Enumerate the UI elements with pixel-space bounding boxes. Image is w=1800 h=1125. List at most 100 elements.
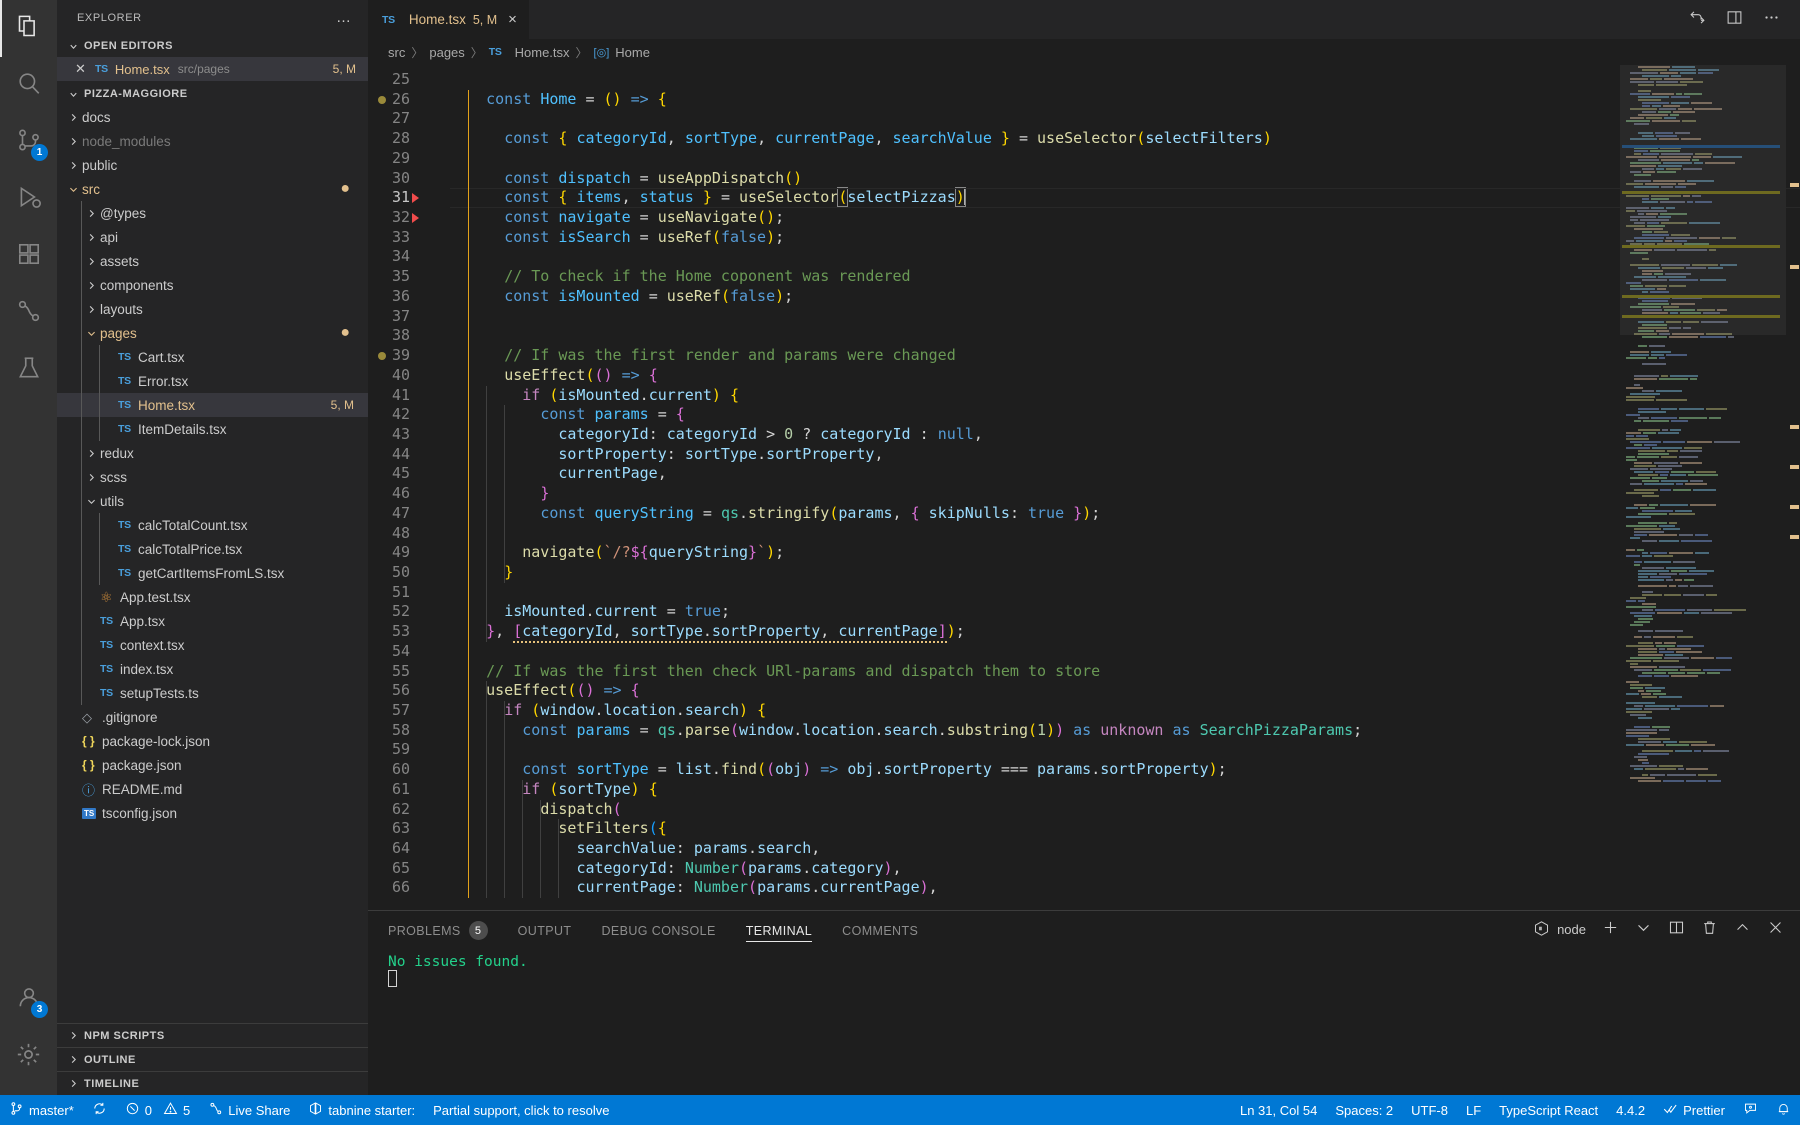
- code-line[interactable]: const params = {: [450, 405, 1800, 425]
- tree-folder-utils[interactable]: utils: [57, 489, 368, 513]
- status-sync[interactable]: [83, 1095, 116, 1125]
- code-line[interactable]: }: [450, 484, 1800, 504]
- panel-tab-output[interactable]: OUTPUT: [518, 911, 572, 948]
- section-npm-scripts[interactable]: NPM SCRIPTS: [57, 1023, 368, 1047]
- panel-tab-debug-console[interactable]: DEBUG CONSOLE: [601, 911, 715, 948]
- code-line[interactable]: [450, 642, 1800, 662]
- activity-item-extensions[interactable]: [0, 228, 57, 285]
- tree-file-Errortsx[interactable]: TS Error.tsx: [57, 369, 368, 393]
- code-line[interactable]: categoryId: Number(params.category),: [450, 859, 1800, 879]
- tree-file-packagelockjson[interactable]: { } package-lock.json: [57, 729, 368, 753]
- breadcrumb-item-symbol[interactable]: Home: [615, 45, 650, 60]
- tab-close-icon[interactable]: ×: [508, 11, 517, 28]
- activity-item-run-debug[interactable]: [0, 171, 57, 228]
- code-editor[interactable]: 25 26 27 28 29 30 31 32 33 34 35 36 37 38 39 40 41 42 43 44…: [368, 65, 1800, 910]
- code-line[interactable]: [450, 326, 1800, 346]
- tree-file-Apptsx[interactable]: TS App.tsx: [57, 609, 368, 633]
- code-line[interactable]: const isMounted = useRef(false);: [450, 287, 1800, 307]
- status-tabnine[interactable]: tabnine starter:: [299, 1095, 424, 1125]
- code-line[interactable]: if (window.location.search) {: [450, 701, 1800, 721]
- status-typescript-version[interactable]: 4.4.2: [1607, 1095, 1654, 1125]
- tree-file-getCartItemsFromLStsx[interactable]: TS getCartItemsFromLS.tsx: [57, 561, 368, 585]
- tree-folder-nodemodules[interactable]: node_modules: [57, 129, 368, 153]
- code-line[interactable]: categoryId: categoryId > 0 ? categoryId …: [450, 425, 1800, 445]
- code-line[interactable]: currentPage,: [450, 464, 1800, 484]
- tree-folder-docs[interactable]: docs: [57, 105, 368, 129]
- terminal-output[interactable]: No issues found.: [368, 948, 1800, 1095]
- tree-folder-pages[interactable]: pages ●: [57, 321, 368, 345]
- status-cursor-position[interactable]: Ln 31, Col 54: [1231, 1095, 1326, 1125]
- status-feedback[interactable]: [1734, 1095, 1767, 1125]
- section-open-editors[interactable]: OPEN EDITORS: [57, 35, 368, 57]
- tree-folder-redux[interactable]: redux: [57, 441, 368, 465]
- code-line[interactable]: useEffect(() => {: [450, 681, 1800, 701]
- code-line[interactable]: const dispatch = useAppDispatch(): [450, 169, 1800, 189]
- code-content[interactable]: const Home = () => { const { categoryId,…: [450, 65, 1800, 910]
- chevron-down-icon[interactable]: [1635, 919, 1652, 941]
- breadcrumb-item-pages[interactable]: pages: [429, 45, 464, 60]
- tree-folder-scss[interactable]: scss: [57, 465, 368, 489]
- tree-file-setupTeststs[interactable]: TS setupTests.ts: [57, 681, 368, 705]
- code-line[interactable]: if (isMounted.current) {: [450, 386, 1800, 406]
- activity-item-testing[interactable]: [0, 342, 57, 399]
- status-prettier[interactable]: Prettier: [1654, 1095, 1734, 1125]
- code-line[interactable]: [450, 70, 1800, 90]
- split-editor-icon[interactable]: [1689, 9, 1706, 31]
- code-line[interactable]: const { categoryId, sortType, currentPag…: [450, 129, 1800, 149]
- panel-tab-comments[interactable]: COMMENTS: [842, 911, 918, 948]
- status-branch[interactable]: master*: [0, 1095, 83, 1125]
- code-line[interactable]: [450, 524, 1800, 544]
- code-line[interactable]: const isSearch = useRef(false);: [450, 228, 1800, 248]
- code-line[interactable]: [450, 307, 1800, 327]
- layout-icon[interactable]: [1726, 9, 1743, 31]
- code-line[interactable]: [450, 109, 1800, 129]
- code-line[interactable]: [450, 149, 1800, 169]
- status-eol[interactable]: LF: [1457, 1095, 1490, 1125]
- code-line[interactable]: useEffect(() => {: [450, 366, 1800, 386]
- activity-item-explorer[interactable]: [0, 0, 57, 57]
- code-line[interactable]: const queryString = qs.stringify(params,…: [450, 504, 1800, 524]
- code-line[interactable]: [450, 583, 1800, 603]
- activity-item-manage[interactable]: [0, 1028, 57, 1085]
- more-actions-icon[interactable]: [1763, 9, 1780, 31]
- tree-file-indextsx[interactable]: TS index.tsx: [57, 657, 368, 681]
- trash-icon[interactable]: [1701, 919, 1718, 941]
- code-line[interactable]: const Home = () => {: [450, 90, 1800, 110]
- code-line[interactable]: // If was the first then check URl-param…: [450, 662, 1800, 682]
- code-line[interactable]: setFilters({: [450, 819, 1800, 839]
- status-tabnine-message[interactable]: Partial support, click to resolve: [424, 1095, 618, 1125]
- code-line[interactable]: dispatch(: [450, 800, 1800, 820]
- tree-folder-components[interactable]: components: [57, 273, 368, 297]
- tree-folder-public[interactable]: public: [57, 153, 368, 177]
- code-line[interactable]: navigate(`/?${queryString}`);: [450, 543, 1800, 563]
- new-terminal-icon[interactable]: [1602, 919, 1619, 941]
- panel-tab-problems[interactable]: PROBLEMS 5: [388, 911, 488, 948]
- section-timeline[interactable]: TIMELINE: [57, 1071, 368, 1095]
- sidebar-more-actions-icon[interactable]: …: [336, 9, 352, 26]
- code-line[interactable]: [450, 247, 1800, 267]
- tree-file-ItemDetailstsx[interactable]: TS ItemDetails.tsx: [57, 417, 368, 441]
- breakpoint-arrow-icon[interactable]: [412, 193, 419, 204]
- tree-file-READMEmd[interactable]: ⓘ README.md: [57, 777, 368, 801]
- tree-folder-src[interactable]: src ●: [57, 177, 368, 201]
- close-icon[interactable]: [1767, 919, 1784, 941]
- open-editor-row[interactable]: ✕ TS Home.tsx src/pages 5, M: [57, 57, 368, 81]
- tree-folder-types[interactable]: @types: [57, 201, 368, 225]
- code-line[interactable]: // To check if the Home coponent was ren…: [450, 267, 1800, 287]
- tree-file-Carttsx[interactable]: TS Cart.tsx: [57, 345, 368, 369]
- activity-item-accounts[interactable]: 3: [0, 971, 57, 1028]
- tree-file-Apptesttsx[interactable]: ⚛ App.test.tsx: [57, 585, 368, 609]
- code-line[interactable]: // If was the first render and params we…: [450, 346, 1800, 366]
- tree-file-Hometsx[interactable]: TS Home.tsx 5, M: [57, 393, 368, 417]
- code-line[interactable]: isMounted.current = true;: [450, 602, 1800, 622]
- code-line[interactable]: }: [450, 563, 1800, 583]
- breadcrumb-item-file[interactable]: Home.tsx: [515, 45, 570, 60]
- status-language-mode[interactable]: TypeScript React: [1490, 1095, 1607, 1125]
- close-icon[interactable]: ✕: [75, 61, 95, 77]
- chevron-up-icon[interactable]: [1734, 919, 1751, 941]
- tree-file-calcTotalPricetsx[interactable]: TS calcTotalPrice.tsx: [57, 537, 368, 561]
- panel-tab-terminal[interactable]: TERMINAL: [745, 911, 813, 948]
- folding-column[interactable]: [430, 65, 450, 910]
- code-line[interactable]: searchValue: params.search,: [450, 839, 1800, 859]
- tree-file-packagejson[interactable]: { } package.json: [57, 753, 368, 777]
